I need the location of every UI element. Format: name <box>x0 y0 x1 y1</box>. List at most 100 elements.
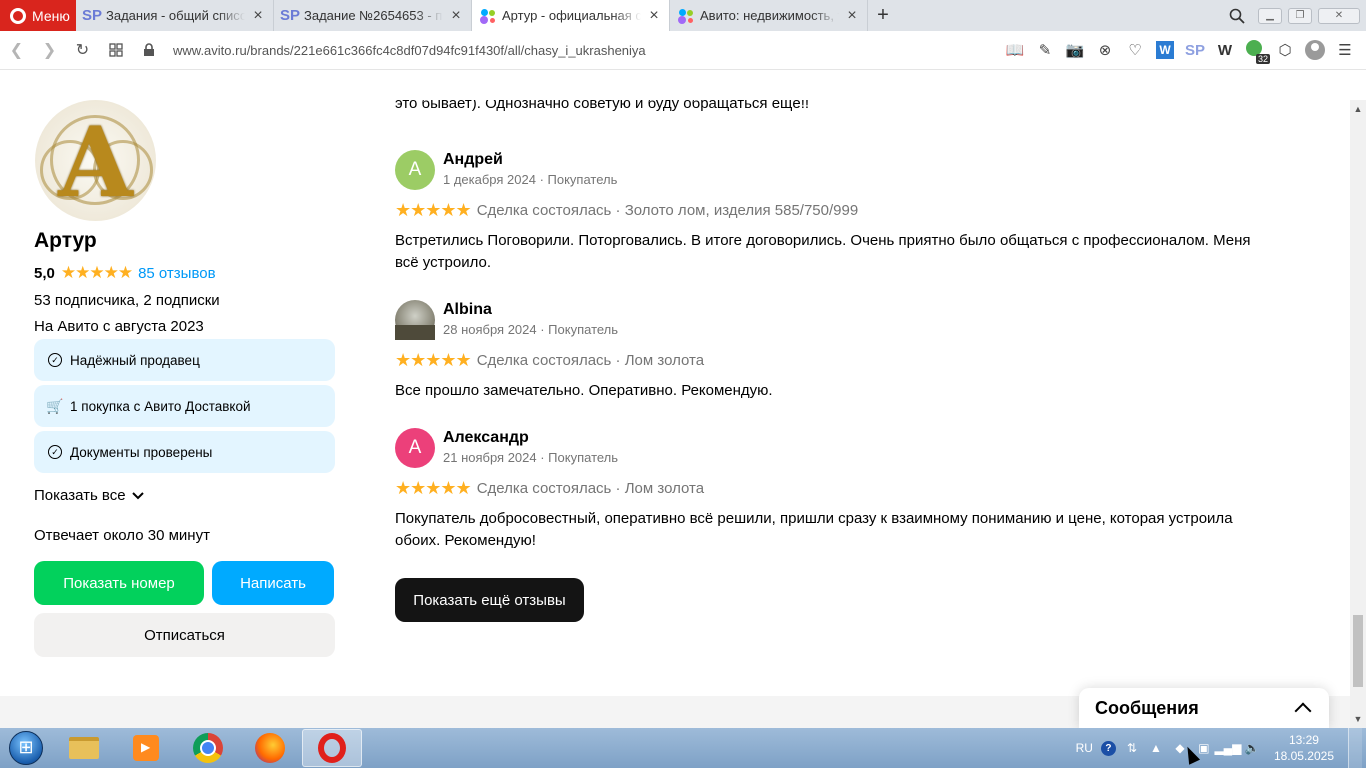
taskbar-chrome[interactable] <box>178 729 238 767</box>
maximize-window-button[interactable]: ❐ <box>1288 7 1312 24</box>
close-tab-icon[interactable]: × <box>251 7 265 25</box>
tray-network-share-icon[interactable]: ⇅ <box>1124 740 1140 756</box>
clock-time: 13:29 <box>1288 733 1319 747</box>
write-message-button[interactable]: Написать <box>212 561 334 605</box>
signal-strength-icon[interactable]: ▂▄▆ <box>1214 740 1241 756</box>
camera-icon[interactable]: 📷 <box>1062 37 1088 63</box>
minimize-window-button[interactable]: ▁ <box>1258 7 1282 24</box>
tab-title: Артур - официальная стра <box>502 8 641 23</box>
volume-icon[interactable]: 🔈 <box>1244 740 1260 756</box>
reviewer-name[interactable]: Albina <box>443 301 618 319</box>
taskbar-media-player[interactable] <box>116 729 176 767</box>
reader-mode-icon[interactable]: 📖 <box>1002 37 1028 63</box>
close-tab-icon[interactable]: × <box>647 7 661 25</box>
speed-dial-grid-icon[interactable] <box>99 31 132 70</box>
reviews-link[interactable]: 85 отзывов <box>138 265 216 282</box>
browser-tab-2[interactable]: SP Задание №2654653 - прос × <box>274 0 472 31</box>
review-text-partial: это бывает). Однозначно советую и буду о… <box>395 100 810 112</box>
edit-icon[interactable]: ✎ <box>1032 37 1058 63</box>
adblock-icon[interactable]: ⊗ <box>1092 37 1118 63</box>
seller-sidebar: A Артур 5,0 ★★★★★ 85 отзывов 53 подписчи… <box>34 100 336 657</box>
language-indicator[interactable]: RU <box>1076 741 1093 755</box>
address-bar-row: ❮ ❯ ↻ www.avito.ru/brands/221e661c366fc4… <box>0 31 1366 70</box>
browser-tab-1[interactable]: SP Задания - общий список з × <box>76 0 274 31</box>
show-all-badges-link[interactable]: Показать все <box>34 487 336 504</box>
show-more-reviews-button[interactable]: Показать ещё отзывы <box>395 578 584 622</box>
lock-icon[interactable] <box>132 31 165 70</box>
reviewer-name[interactable]: Андрей <box>443 151 617 169</box>
avito-icon <box>480 8 496 24</box>
review-item: А Андрей 1 декабря 2024 · Покупатель ★★★… <box>395 150 1295 274</box>
tab-search-icon[interactable] <box>1222 8 1252 24</box>
reviewer-name[interactable]: Александр <box>443 429 618 447</box>
scrollbar-thumb[interactable] <box>1353 615 1363 687</box>
heart-icon[interactable]: ♡ <box>1122 37 1148 63</box>
reviewer-avatar[interactable]: А <box>395 150 435 190</box>
close-tab-icon[interactable]: × <box>449 7 463 25</box>
seller-avatar[interactable]: A <box>35 100 156 221</box>
scroll-down-arrow-icon[interactable]: ▼ <box>1350 710 1366 728</box>
messages-widget[interactable]: Сообщения <box>1079 688 1329 728</box>
review-date: 28 ноября 2024 · Покупатель <box>443 322 619 337</box>
profile-icon[interactable] <box>1302 37 1328 63</box>
folder-icon <box>69 737 99 759</box>
tray-device-icon[interactable]: ▣ <box>1196 740 1212 756</box>
close-tab-icon[interactable]: × <box>845 7 859 25</box>
seller-rating: 5,0 ★★★★★ 85 отзывов <box>34 263 336 283</box>
chevron-up-icon[interactable] <box>1294 702 1312 720</box>
system-clock[interactable]: 13:29 18.05.2025 <box>1274 732 1334 764</box>
review-text: Покупатель добросовестный, оперативно вс… <box>395 510 1233 549</box>
badge-documents-verified[interactable]: ✓ Документы проверены <box>34 431 335 473</box>
back-icon[interactable]: ❮ <box>0 31 33 70</box>
cube-extension-icon[interactable]: ⬡ <box>1272 37 1298 63</box>
tab-title: Задание №2654653 - прос <box>304 8 443 23</box>
badge-label: 1 покупка с Авито Доставкой <box>70 398 251 414</box>
scroll-up-arrow-icon[interactable]: ▲ <box>1350 100 1366 118</box>
firefox-icon <box>255 733 285 763</box>
badge-avito-delivery[interactable]: 🛒 1 покупка с Авито Доставкой <box>34 385 335 427</box>
review-stars-icon: ★★★★★ <box>395 350 472 370</box>
avatar-letter: A <box>58 106 133 219</box>
windows-logo-icon <box>9 731 43 765</box>
opera-menu-button[interactable]: Меню <box>0 0 76 31</box>
sp-extension-icon[interactable]: SP <box>1182 37 1208 63</box>
show-hidden-icons-icon[interactable]: ▲ <box>1148 740 1164 756</box>
reviewer-avatar[interactable] <box>395 300 435 340</box>
taskbar-explorer[interactable] <box>54 729 114 767</box>
taskbar-opera[interactable] <box>302 729 362 767</box>
show-desktop-button[interactable] <box>1348 728 1362 768</box>
browser-tab-3-active[interactable]: Артур - официальная стра × <box>472 0 670 31</box>
deal-info: Сделка состоялась · Золото лом, изделия … <box>476 202 859 219</box>
review-item: А Александр 21 ноября 2024 · Покупатель … <box>395 428 1295 552</box>
unsubscribe-button[interactable]: Отписаться <box>34 613 335 657</box>
tab-title: Авито: недвижимость, тра <box>700 8 839 23</box>
new-tab-button[interactable]: + <box>868 0 898 31</box>
review-date: 21 ноября 2024 · Покупатель <box>443 450 619 465</box>
reviewer-avatar[interactable]: А <box>395 428 435 468</box>
check-circle-icon: ✓ <box>48 445 62 459</box>
easy-setup-icon[interactable]: ☰ <box>1332 37 1358 63</box>
url-field[interactable]: www.avito.ru/brands/221e661c366fc4c8df07… <box>173 43 1002 58</box>
forward-icon[interactable]: ❯ <box>33 31 66 70</box>
extension-badge-count: 32 <box>1255 54 1270 64</box>
w-extension-icon[interactable]: W <box>1212 37 1238 63</box>
rating-stars-icon: ★★★★★ <box>60 263 133 282</box>
close-window-button[interactable]: ✕ <box>1318 7 1360 24</box>
followers-info[interactable]: 53 подписчика, 2 подписки <box>34 292 336 309</box>
clock-date: 18.05.2025 <box>1273 749 1334 763</box>
show-phone-button[interactable]: Показать номер <box>34 561 204 605</box>
tab-title: Задания - общий список з <box>106 8 245 23</box>
browser-tab-4[interactable]: Авито: недвижимость, тра × <box>670 0 868 31</box>
show-all-label: Показать все <box>34 487 126 504</box>
sp-icon: SP <box>82 7 103 24</box>
taskbar-firefox[interactable] <box>240 729 300 767</box>
opera-icon <box>318 733 346 763</box>
chevron-down-icon <box>131 491 144 499</box>
start-button[interactable] <box>0 728 52 768</box>
word-extension-icon[interactable]: W <box>1152 37 1178 63</box>
badge-extension-icon[interactable]: 32 <box>1242 37 1270 64</box>
help-icon[interactable]: ? <box>1100 740 1116 756</box>
reload-icon[interactable]: ↻ <box>66 31 99 70</box>
badge-reliable-seller[interactable]: ✓ Надёжный продавец <box>34 339 335 381</box>
page-scrollbar[interactable]: ▲ ▼ <box>1350 100 1366 728</box>
